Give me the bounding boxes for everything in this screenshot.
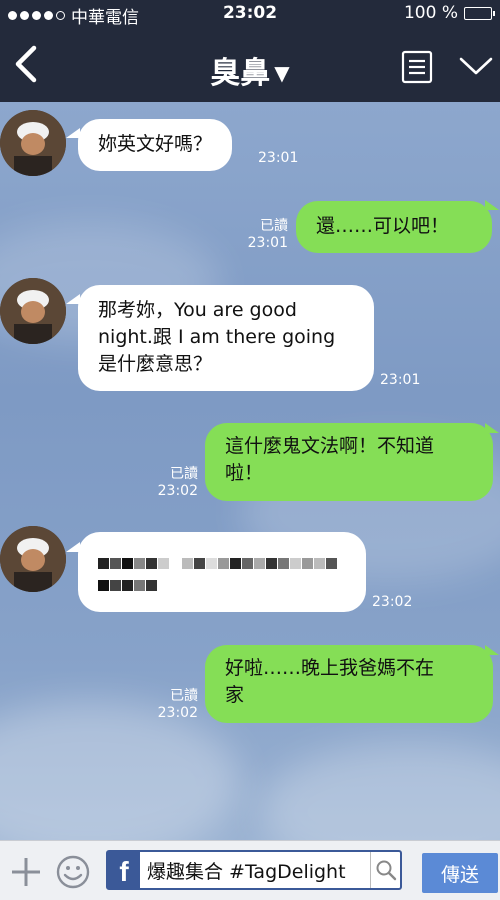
avatar[interactable] — [0, 110, 66, 176]
message-time: 23:01 — [247, 235, 288, 251]
message-bubble-incoming[interactable]: 妳英文好嗎？ — [78, 119, 233, 171]
message-text-line: 家 — [225, 684, 245, 706]
message-text: 還……可以吧！ — [316, 215, 450, 237]
message-time: 23:02 — [372, 594, 413, 610]
message-bubble-outgoing[interactable]: 還……可以吧！ — [296, 201, 492, 253]
message-bubble-outgoing[interactable]: 這什麼鬼文法啊！不知道 啦！ — [205, 423, 493, 501]
message-text-line: 好啦……晚上我爸媽不在 — [225, 657, 435, 679]
read-receipt: 已讀 23:02 — [146, 466, 198, 500]
read-receipt: 已讀 23:02 — [146, 688, 198, 722]
caret-down-icon: ▼ — [274, 61, 290, 85]
read-receipt: 已讀 23:01 — [236, 218, 288, 252]
battery-icon — [464, 6, 495, 20]
read-label: 已讀 — [170, 688, 198, 704]
search-icon[interactable] — [370, 852, 400, 888]
message-bubble-outgoing[interactable]: 好啦……晚上我爸媽不在 家 — [205, 645, 493, 723]
message-text-line: 那考妳，You are good — [98, 299, 297, 321]
chevron-down-icon[interactable] — [458, 54, 494, 78]
pixelated-text-line — [98, 572, 346, 591]
chat-area[interactable]: 妳英文好嗎？ 23:01 已讀 23:01 還……可以吧！ 那考妳，You ar… — [0, 102, 500, 840]
notes-icon[interactable] — [401, 50, 433, 84]
input-bar: f 爆趣集合 #TagDelight 傳送 — [0, 840, 500, 900]
battery-percent: 100 % — [403, 3, 458, 23]
contact-name: 臭鼻 — [210, 56, 271, 91]
message-time: 23:02 — [157, 483, 198, 499]
message-text: 妳英文好嗎？ — [98, 133, 213, 155]
plus-icon[interactable] — [10, 856, 42, 888]
message-time: 23:01 — [258, 150, 299, 166]
chat-header: 臭鼻 ▼ — [0, 28, 500, 102]
message-input[interactable]: f 爆趣集合 #TagDelight — [106, 850, 402, 890]
facebook-logo-icon: f — [108, 852, 140, 888]
send-button[interactable]: 傳送 — [422, 853, 498, 893]
status-right: 100 % — [403, 3, 495, 23]
avatar[interactable] — [0, 278, 66, 344]
message-text-line: 是什麼意思？ — [98, 353, 213, 375]
avatar[interactable] — [0, 526, 66, 592]
message-time: 23:01 — [380, 372, 421, 388]
smiley-icon[interactable] — [56, 855, 90, 889]
pixelated-text-line — [98, 550, 346, 569]
message-time: 23:02 — [157, 705, 198, 721]
message-text-line: 這什麼鬼文法啊！不知道 — [225, 435, 435, 457]
message-bubble-censored[interactable] — [78, 532, 366, 612]
message-text-line: 啦！ — [225, 462, 264, 484]
message-input-text: 爆趣集合 #TagDelight — [147, 860, 346, 883]
message-bubble-incoming[interactable]: 那考妳，You are good night.跟 I am there goin… — [78, 285, 374, 391]
read-label: 已讀 — [260, 218, 288, 234]
status-bar: 中華電信 23:02 100 % — [0, 0, 500, 28]
read-label: 已讀 — [170, 466, 198, 482]
message-text-line: night.跟 I am there going — [98, 326, 336, 348]
